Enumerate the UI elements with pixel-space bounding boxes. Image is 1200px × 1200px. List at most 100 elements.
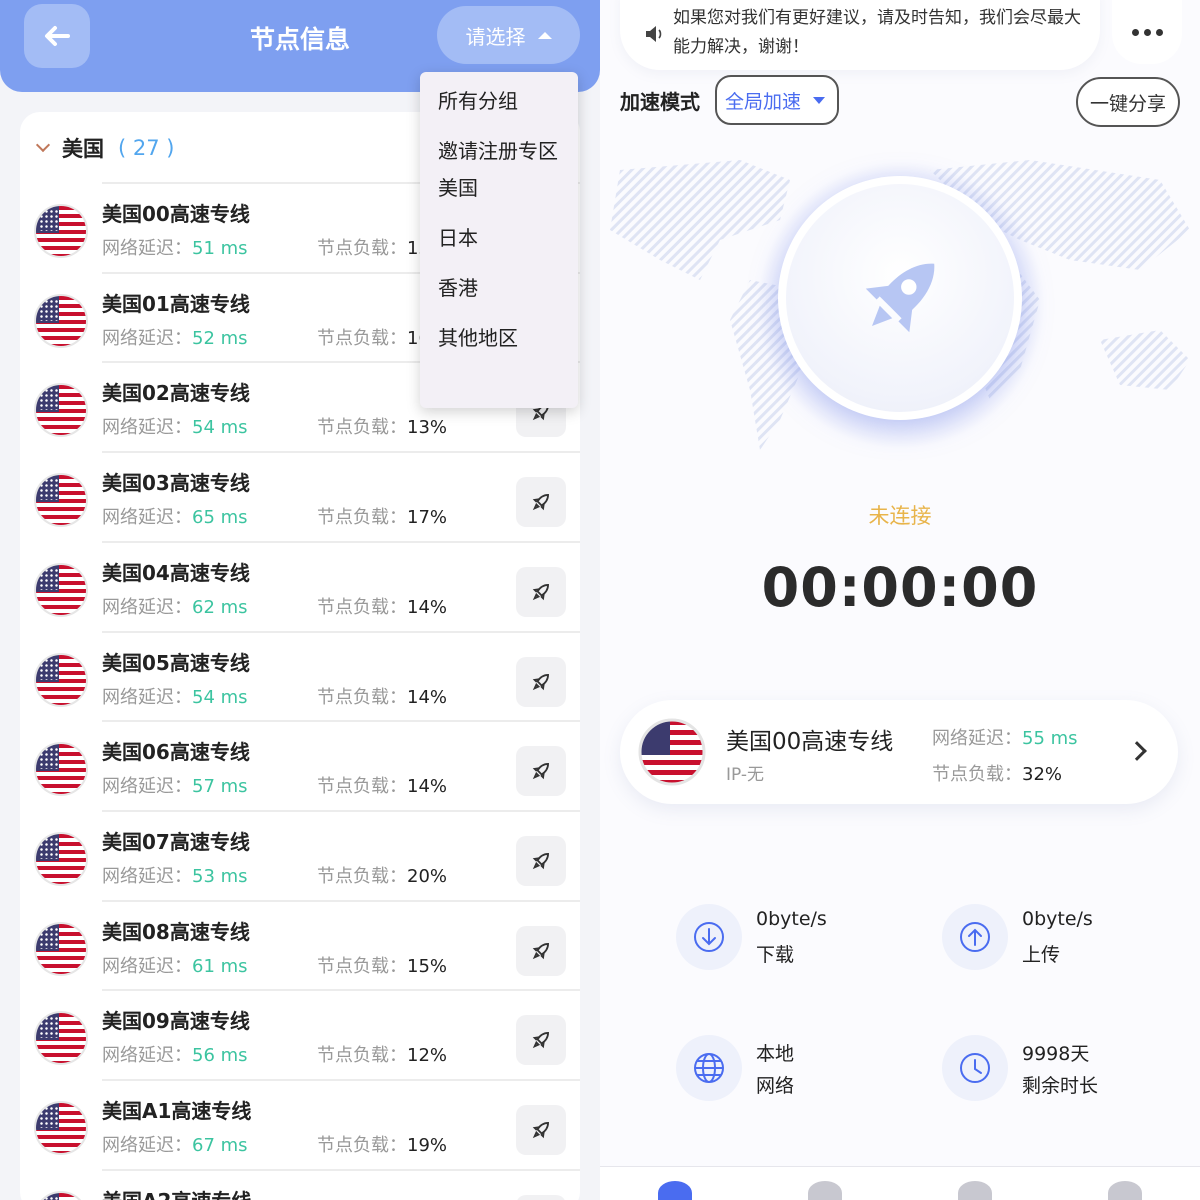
share-button[interactable]: 一键分享 xyxy=(1076,77,1180,127)
us-flag-icon xyxy=(34,1190,88,1200)
load-value: 13% xyxy=(407,417,448,439)
latency-value: 57 ms xyxy=(192,776,248,798)
row-divider xyxy=(102,1079,580,1081)
load-label: 节点负载： xyxy=(317,776,407,798)
row-divider xyxy=(102,451,580,454)
latency-label: 网络延迟： xyxy=(102,417,192,439)
connect-button[interactable] xyxy=(786,184,1014,412)
connect-node-button[interactable] xyxy=(516,477,566,528)
current-node-load: 节点负载：32% xyxy=(932,760,1062,786)
chevron-down-icon xyxy=(35,137,51,153)
node-name: 美国03高速专线 xyxy=(102,471,250,496)
dropdown-item-japan[interactable]: 日本 xyxy=(438,223,560,254)
node-load: 节点负载：12% xyxy=(317,1041,447,1067)
latency-value: 54 ms xyxy=(192,417,248,439)
dropdown-item-other[interactable]: 其他地区 xyxy=(438,323,560,354)
network-stat: 本地 网络 xyxy=(676,1035,916,1115)
connect-node-button[interactable] xyxy=(516,746,566,797)
group-dropdown-menu: 所有分组 邀请注册专区 美国 日本 香港 其他地区 xyxy=(420,72,578,408)
load-value: 15% xyxy=(407,955,448,977)
us-flag-icon xyxy=(34,831,88,886)
back-arrow-icon xyxy=(45,26,70,46)
back-button[interactable] xyxy=(24,4,90,68)
us-flag-icon xyxy=(34,562,88,617)
node-name: 美国09高速专线 xyxy=(102,1009,250,1034)
latency-value: 53 ms xyxy=(192,865,248,887)
row-divider xyxy=(102,720,580,723)
load-label: 节点负载： xyxy=(317,596,407,618)
dropdown-item-all[interactable]: 所有分组 xyxy=(438,86,560,117)
node-name: 美国04高速专线 xyxy=(102,560,250,585)
dropdown-item-hongkong[interactable]: 香港 xyxy=(438,273,560,304)
node-row[interactable]: 美国A1高速专线 网络延迟：67 ms 节点负载：19% xyxy=(20,1079,580,1169)
node-row[interactable]: 美国A2高速专线网络延迟：节点负载： xyxy=(20,1168,580,1200)
load-label: 节点负载： xyxy=(317,238,407,259)
node-row[interactable]: 美国06高速专线 网络延迟：57 ms 节点负载：14% xyxy=(20,720,580,810)
node-name: 美国00高速专线 xyxy=(102,202,250,226)
node-row[interactable]: 美国09高速专线 网络延迟：56 ms 节点负载：12% xyxy=(20,989,580,1079)
node-name: 美国01高速专线 xyxy=(102,291,250,316)
dropdown-item-invite[interactable]: 邀请注册专区 xyxy=(438,136,560,167)
mode-label: 加速模式 xyxy=(620,90,700,114)
rocket-icon xyxy=(865,263,935,333)
more-menu-button[interactable] xyxy=(1112,0,1182,64)
connect-node-button[interactable] xyxy=(516,1194,566,1200)
latency-label: 网络延迟： xyxy=(102,686,192,708)
row-divider xyxy=(102,809,580,812)
rocket-icon xyxy=(532,494,549,511)
remaining-days: 9998天 xyxy=(1022,1043,1090,1065)
node-row[interactable]: 美国05高速专线 网络延迟：54 ms 节点负载：14% xyxy=(20,630,580,721)
download-speed: 0byte/s xyxy=(756,908,827,930)
node-row[interactable]: 美国08高速专线 网络延迟：61 ms 节点负载：15% xyxy=(20,899,580,990)
latency-label: 网络延迟： xyxy=(102,1045,192,1067)
node-row[interactable]: 美国03高速专线 网络延迟：65 ms 节点负载：17% xyxy=(20,451,580,541)
latency-label: 网络延迟： xyxy=(102,596,192,618)
us-flag-icon xyxy=(34,293,88,348)
node-latency: 网络延迟：53 ms xyxy=(102,862,248,888)
more-dot-icon xyxy=(1143,28,1151,36)
current-node-card[interactable]: 美国00高速专线 IP-无 网络延迟：55 ms 节点负载：32% xyxy=(620,700,1178,804)
latency-value: 65 ms xyxy=(192,507,248,529)
connect-node-button[interactable] xyxy=(516,1015,566,1066)
row-divider xyxy=(102,630,580,633)
connect-node-button[interactable] xyxy=(516,835,566,886)
rocket-icon xyxy=(532,583,549,601)
group-select-button[interactable]: 请选择 xyxy=(437,6,580,64)
tab-nodes-icon[interactable] xyxy=(808,1181,842,1200)
connect-node-button[interactable] xyxy=(516,566,566,617)
connect-node-button[interactable] xyxy=(516,1105,566,1155)
load-label: 节点负载： xyxy=(317,865,407,887)
rocket-icon xyxy=(532,763,549,780)
latency-value: 55 ms xyxy=(1022,728,1078,749)
tab-store-icon[interactable] xyxy=(958,1181,992,1200)
group-select-label: 请选择 xyxy=(465,24,526,49)
load-label: 节点负载： xyxy=(317,686,407,708)
node-latency: 网络延迟：61 ms xyxy=(102,952,248,978)
speaker-icon xyxy=(646,26,662,42)
latency-value: 54 ms xyxy=(192,686,248,708)
network-line2: 网络 xyxy=(756,1075,795,1097)
node-name: 美国07高速专线 xyxy=(102,829,250,854)
node-load: 节点负载：13% xyxy=(317,413,447,439)
node-latency: 网络延迟：54 ms xyxy=(102,683,248,709)
node-name: 美国A2高速专线 xyxy=(102,1185,251,1200)
load-value: 14% xyxy=(407,596,448,618)
node-row[interactable]: 美国04高速专线 网络延迟：62 ms 节点负载：14% xyxy=(20,540,580,631)
connect-node-button[interactable] xyxy=(516,925,566,976)
latency-label: 网络延迟： xyxy=(102,865,192,887)
tab-home-icon[interactable] xyxy=(658,1181,692,1200)
us-flag-icon xyxy=(34,1011,88,1066)
node-row[interactable]: 美国07高速专线 网络延迟：53 ms 节点负载：20% xyxy=(20,809,580,900)
group-header[interactable]: 美国 ( 27 ) xyxy=(35,128,174,168)
upload-speed: 0byte/s xyxy=(1022,908,1093,930)
dropdown-item-us[interactable]: 美国 xyxy=(438,173,560,204)
node-load: 节点负载：14% xyxy=(317,683,447,709)
node-load: 节点负载：14% xyxy=(317,593,447,619)
us-flag-icon xyxy=(34,473,88,528)
tab-profile-icon[interactable] xyxy=(1108,1181,1142,1200)
notice-text: 如果您对我们有更好建议，请及时告知，我们会尽最大能力解决，谢谢！ xyxy=(673,8,1081,57)
load-value: 17% xyxy=(407,507,448,529)
mode-select[interactable]: 全局加速 xyxy=(715,75,839,125)
load-label: 节点负载： xyxy=(317,507,407,529)
connect-node-button[interactable] xyxy=(516,656,566,707)
